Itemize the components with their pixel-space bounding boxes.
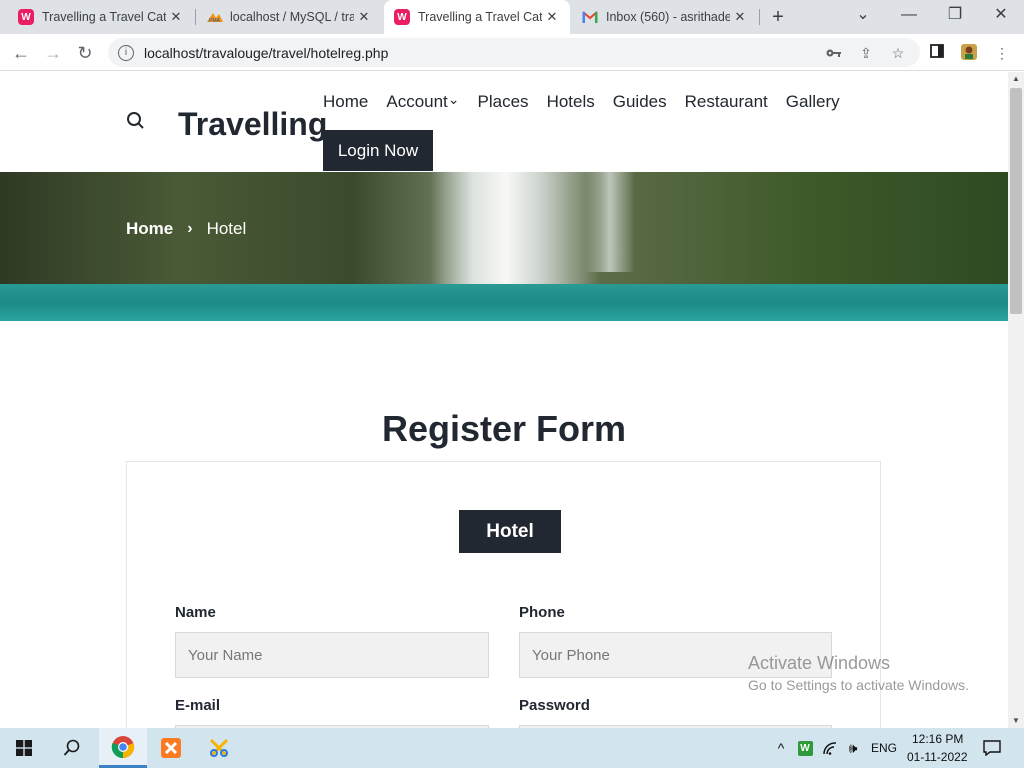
forward-arrow-icon[interactable]: → xyxy=(40,40,66,66)
site-logo[interactable]: Travelling xyxy=(178,106,327,143)
clock-date[interactable]: 01-11-2022 xyxy=(907,750,968,764)
restore-button[interactable]: ❐ xyxy=(932,0,978,30)
nav-guides[interactable]: Guides xyxy=(613,92,667,112)
name-label: Name xyxy=(175,604,216,621)
windows-start-icon[interactable] xyxy=(0,728,48,768)
search-icon[interactable] xyxy=(48,728,96,768)
browser-toolbar: ← → ↻ i localhost/travalouge/travel/hote… xyxy=(0,34,1024,71)
login-now-button[interactable]: Login Now xyxy=(323,130,433,171)
share-icon[interactable]: ⇪ xyxy=(855,42,877,64)
tab-travelling-active[interactable]: W Travelling a Travel Cate ✕ xyxy=(384,0,570,34)
wamp-favicon-icon: W xyxy=(18,9,34,25)
nav-hotels[interactable]: Hotels xyxy=(547,92,595,112)
password-key-icon[interactable] xyxy=(823,42,845,64)
tab-gmail[interactable]: Inbox (560) - asrithade ✕ xyxy=(572,0,758,34)
windows-taskbar: ^ W 🕪 ENG 12:16 PM 01-11-2022 xyxy=(0,728,1024,768)
chrome-taskbar-icon[interactable] xyxy=(99,728,147,768)
activate-windows-subtext: Go to Settings to activate Windows. xyxy=(748,677,969,693)
reload-icon[interactable]: ↻ xyxy=(72,40,98,66)
window-close-button[interactable]: ✕ xyxy=(978,0,1024,30)
form-title: Register Form xyxy=(381,408,627,449)
tab-travelling-1[interactable]: W Travelling a Travel Cate ✕ xyxy=(8,0,194,34)
password-label: Password xyxy=(519,697,590,714)
gmail-favicon-icon xyxy=(582,11,598,23)
tab-search-chevron-icon[interactable]: ⌄ xyxy=(840,0,886,30)
site-info-icon[interactable]: i xyxy=(118,44,134,61)
address-bar[interactable]: i localhost/travalouge/travel/hotelreg.p… xyxy=(108,38,920,67)
scroll-up-arrow-icon[interactable]: ▲ xyxy=(1008,72,1024,86)
svg-text:PMA: PMA xyxy=(209,18,221,23)
chevron-down-icon: ⌄ xyxy=(447,91,460,107)
nav-restaurant[interactable]: Restaurant xyxy=(685,92,768,112)
chevron-up-icon[interactable]: ^ xyxy=(770,728,792,768)
new-tab-button[interactable]: + xyxy=(766,5,790,29)
scrollbar-thumb[interactable] xyxy=(1010,88,1022,314)
nav-places[interactable]: Places xyxy=(478,92,529,112)
tab-title: Travelling a Travel Cate xyxy=(418,10,542,24)
chevron-right-icon: › xyxy=(187,220,193,237)
network-icon[interactable] xyxy=(818,728,842,768)
page-viewport: Travelling Home Account⌄ Places Hotels G… xyxy=(0,72,1008,728)
notification-icon[interactable] xyxy=(980,728,1004,768)
email-label: E-mail xyxy=(175,697,221,714)
tab-phpmyadmin[interactable]: PMA localhost / MySQL / tra ✕ xyxy=(196,0,382,34)
browser-menu-icon[interactable]: ⋮ xyxy=(991,42,1013,64)
tab-title: localhost / MySQL / tra xyxy=(230,10,354,24)
profile-avatar-icon[interactable] xyxy=(958,42,980,64)
scroll-down-arrow-icon[interactable]: ▼ xyxy=(1008,714,1024,728)
minimize-button[interactable]: — xyxy=(886,0,932,30)
nav-account[interactable]: Account⌄ xyxy=(386,91,460,112)
tab-close-icon[interactable]: ✕ xyxy=(168,9,184,25)
nav-home[interactable]: Home xyxy=(323,92,368,112)
tab-title: Travelling a Travel Cate xyxy=(42,10,166,24)
search-icon[interactable] xyxy=(126,111,146,131)
breadcrumb-home-link[interactable]: Home xyxy=(126,219,173,239)
tab-close-icon[interactable]: ✕ xyxy=(732,9,748,25)
main-nav: Home Account⌄ Places Hotels Guides Resta… xyxy=(323,91,858,112)
volume-icon[interactable]: 🕪 xyxy=(842,728,864,768)
wamp-tray-icon[interactable]: W xyxy=(794,728,816,768)
hotel-type-button[interactable]: Hotel xyxy=(459,510,561,553)
browser-tab-strip: W Travelling a Travel Cate ✕ PMA localho… xyxy=(0,0,1024,34)
page-scrollbar[interactable]: ▲ ▼ xyxy=(1008,72,1024,728)
hero-banner: Home › Hotel xyxy=(0,172,1008,321)
tab-close-icon[interactable]: ✕ xyxy=(356,9,372,25)
xampp-taskbar-icon[interactable] xyxy=(147,728,195,768)
breadcrumb-current: Hotel xyxy=(206,219,247,238)
url-text: localhost/travalouge/travel/hotelreg.php xyxy=(144,44,389,61)
phpmyadmin-favicon-icon: PMA xyxy=(206,11,223,24)
tab-title: Inbox (560) - asrithade xyxy=(606,10,730,24)
bookmark-star-icon[interactable]: ☆ xyxy=(887,42,909,64)
waterfall-image xyxy=(430,172,600,292)
nav-gallery[interactable]: Gallery xyxy=(786,92,840,112)
tab-divider xyxy=(759,9,760,25)
language-indicator[interactable]: ENG xyxy=(871,741,897,755)
tab-close-icon[interactable]: ✕ xyxy=(544,9,560,25)
breadcrumb: Home › Hotel xyxy=(126,219,246,239)
activate-windows-watermark: Activate Windows xyxy=(748,653,891,673)
clock-time[interactable]: 12:16 PM xyxy=(912,732,963,746)
back-arrow-icon[interactable]: ← xyxy=(8,40,34,66)
phone-label: Phone xyxy=(519,604,565,621)
snipping-tool-taskbar-icon[interactable] xyxy=(195,728,243,768)
side-panel-icon[interactable] xyxy=(926,42,948,64)
waterfall-image-secondary xyxy=(585,172,635,272)
name-input[interactable]: Your Name xyxy=(175,632,489,678)
wamp-favicon-icon: W xyxy=(394,9,410,25)
water-image xyxy=(0,284,1008,321)
nav-account-label: Account xyxy=(386,92,448,111)
